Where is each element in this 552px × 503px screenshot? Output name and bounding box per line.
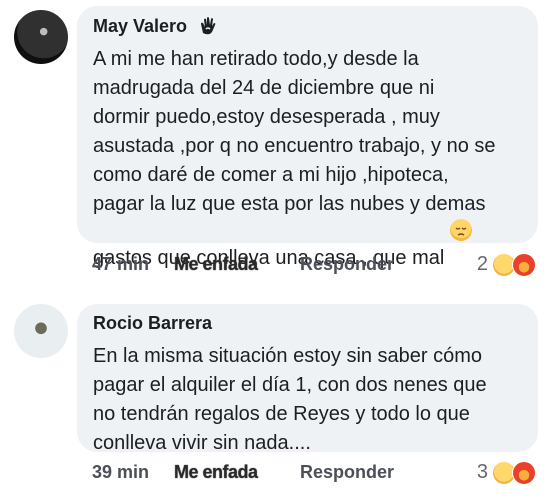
reaction-summary[interactable]: 2 — [476, 252, 538, 277]
timestamp[interactable]: 39 min — [92, 462, 172, 483]
sad-face-emoji — [449, 219, 472, 241]
reaction-count: 3 — [476, 460, 488, 483]
reaction-button[interactable]: Me enfada — [174, 254, 280, 275]
fan-badge-icon — [197, 15, 219, 37]
comment-bubble: May Valero A mi me han retirado todo,y d… — [77, 6, 538, 269]
comment-bubble: Rocio Barrera En la misma situación esto… — [77, 304, 538, 454]
avatar[interactable] — [14, 304, 68, 358]
reaction-label: Me enfada — [174, 461, 258, 482]
comment-actions: 39 min Me enfada Responder 3 — [92, 458, 538, 486]
comment-actions: 47 min Me enfada Responder 2 — [92, 250, 538, 278]
author-name[interactable]: May Valero — [93, 16, 187, 37]
reaction-button[interactable]: Me enfada — [174, 462, 280, 483]
angry-reaction-icon — [512, 253, 536, 277]
reply-button[interactable]: Responder — [300, 254, 394, 275]
comment-text: A mi me han retirado todo,y desde la mad… — [93, 48, 496, 269]
angry-reaction-icon — [512, 461, 536, 485]
timestamp[interactable]: 47 min — [92, 254, 172, 275]
avatar[interactable] — [14, 10, 68, 64]
reply-button[interactable]: Responder — [300, 462, 394, 483]
reaction-summary[interactable]: 3 — [476, 460, 538, 485]
reaction-label: Me enfada — [174, 253, 258, 274]
author-name[interactable]: Rocio Barrera — [93, 313, 212, 334]
reaction-count: 2 — [476, 252, 488, 275]
comment-text: En la misma situación estoy sin saber có… — [93, 345, 487, 454]
